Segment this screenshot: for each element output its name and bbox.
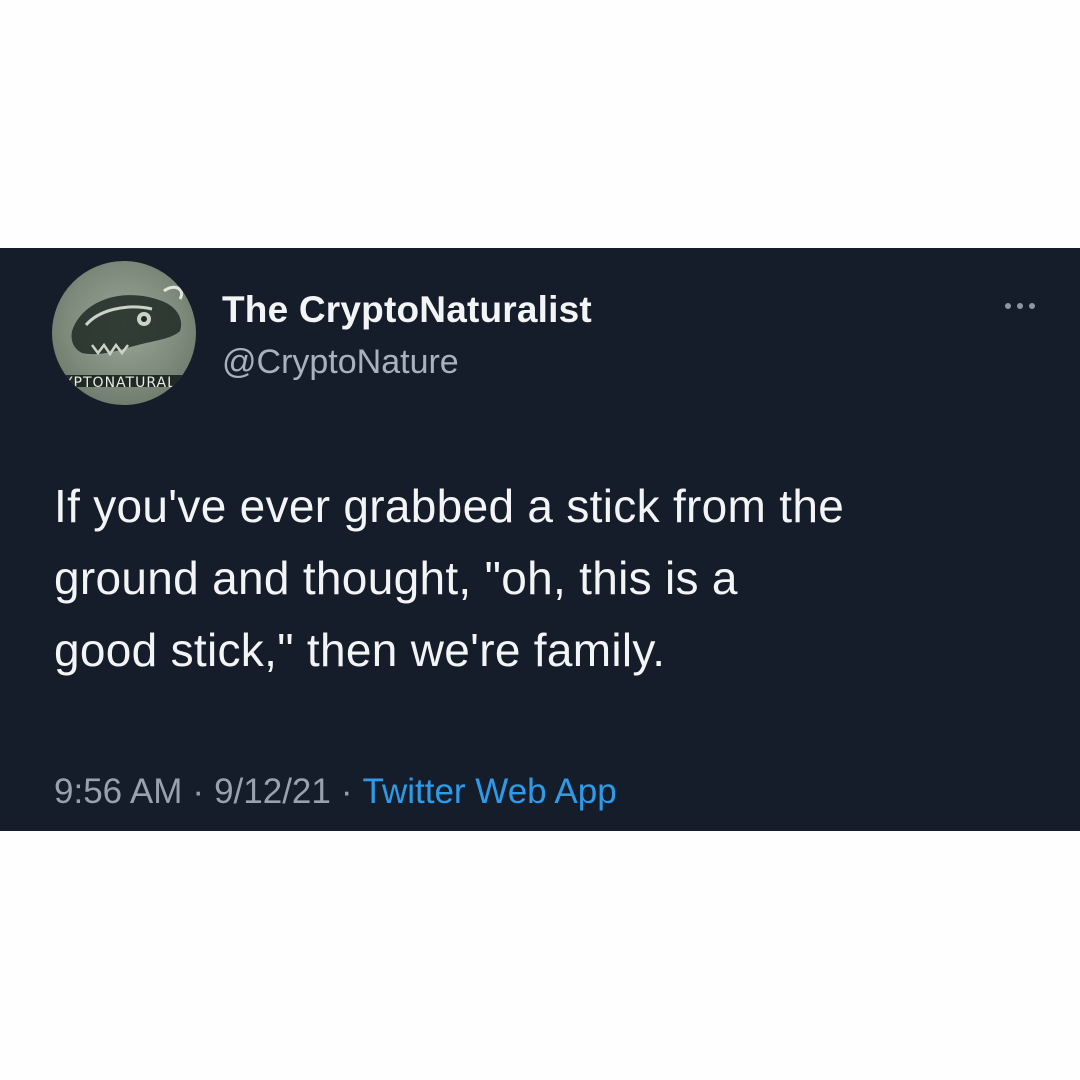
- tweet-text: If you've ever grabbed a stick from the …: [54, 470, 1054, 686]
- more-dots-icon: [1005, 303, 1011, 309]
- user-handle[interactable]: @CryptoNature: [222, 341, 459, 383]
- more-options-button[interactable]: [994, 293, 1046, 319]
- more-dots-icon: [1017, 303, 1023, 309]
- more-dots-icon: [1029, 303, 1035, 309]
- tweet-card: YPTONATURAL The CryptoNaturalist @Crypto…: [0, 248, 1080, 831]
- page: YPTONATURAL The CryptoNaturalist @Crypto…: [0, 0, 1080, 1080]
- tweet-date[interactable]: 9/12/21: [214, 772, 331, 811]
- tweet-text-line: If you've ever grabbed a stick from the: [54, 480, 845, 532]
- avatar[interactable]: YPTONATURAL: [52, 261, 196, 405]
- meta-separator: ·: [192, 772, 205, 811]
- tweet-text-line: good stick," then we're family.: [54, 624, 666, 676]
- tweet-source-link[interactable]: Twitter Web App: [363, 772, 617, 811]
- svg-text:YPTONATURAL: YPTONATURAL: [63, 375, 176, 391]
- tweet-time[interactable]: 9:56 AM: [54, 772, 182, 811]
- display-name[interactable]: The CryptoNaturalist: [222, 288, 592, 332]
- tweet-meta: 9:56 AM · 9/12/21 · Twitter Web App: [54, 769, 617, 815]
- tweet-text-line: ground and thought, "oh, this is a: [54, 552, 738, 604]
- skull-logo-icon: YPTONATURAL: [58, 285, 192, 391]
- meta-separator: ·: [340, 772, 353, 811]
